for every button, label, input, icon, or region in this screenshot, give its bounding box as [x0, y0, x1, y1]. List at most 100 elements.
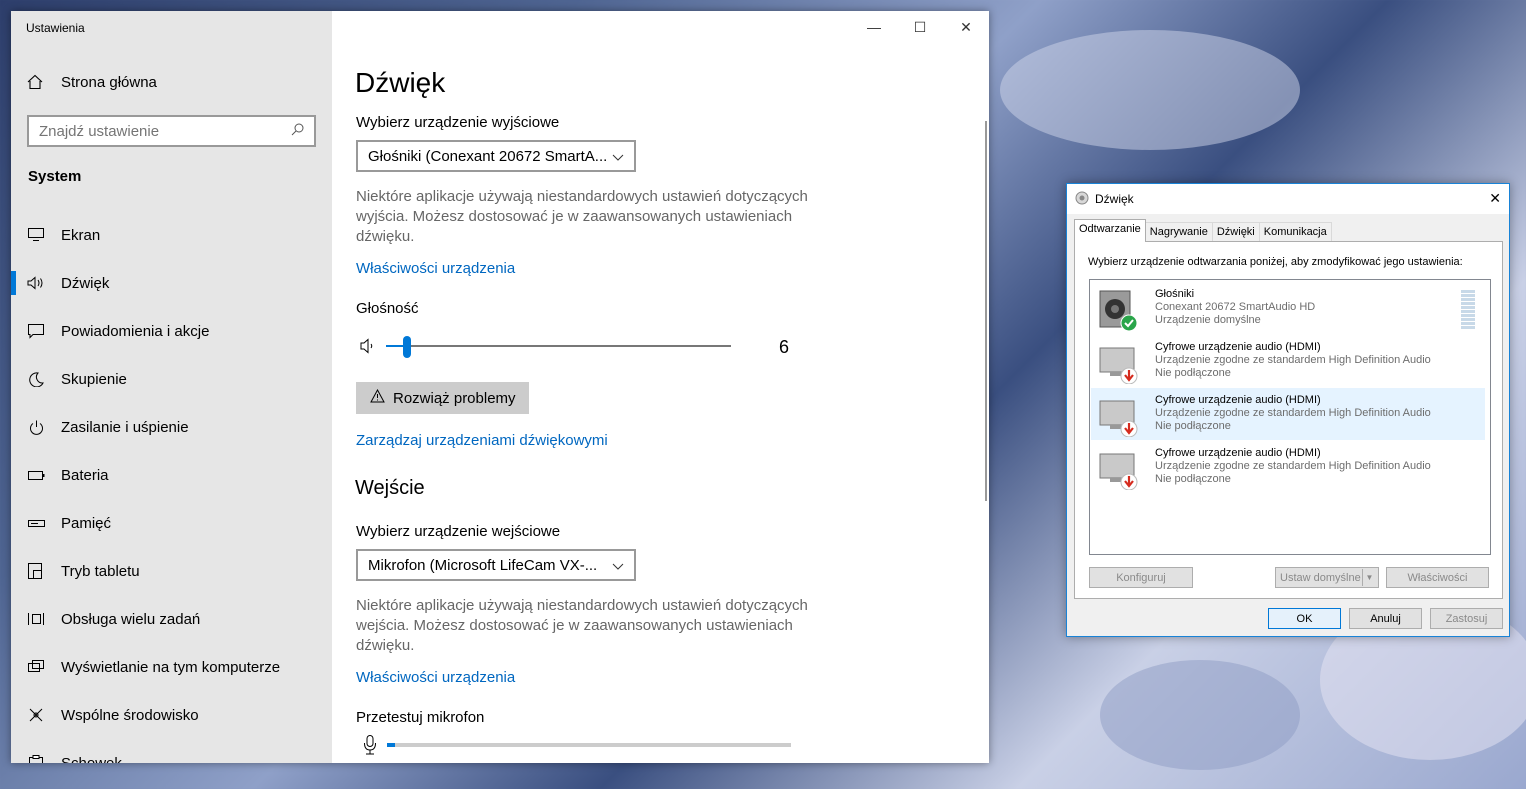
- device-name: Głośniki: [1155, 288, 1195, 300]
- close-button[interactable]: ✕: [943, 11, 989, 43]
- sidebar-item-label: Zasilanie i uśpienie: [61, 418, 189, 436]
- main-content: — ☐ ✕ Dźwięk Wybierz urządzenie wyjściow…: [332, 11, 989, 763]
- sidebar-item-label: Obsługa wielu zadań: [61, 610, 201, 628]
- input-device-dropdown[interactable]: Mikrofon (Microsoft LifeCam VX-...: [356, 549, 636, 581]
- sidebar-item-bateria[interactable]: Bateria: [11, 451, 332, 499]
- troubleshoot-button[interactable]: Rozwiąż problemy: [356, 382, 529, 414]
- dialog-title: Dźwięk: [1095, 192, 1134, 206]
- volume-slider[interactable]: [356, 336, 796, 359]
- sidebar-item-dzwiek[interactable]: Dźwięk: [11, 259, 332, 307]
- volume-speaker-icon: [360, 338, 376, 359]
- device-text: Cyfrowe urządzenie audio (HDMI) Urządzen…: [1155, 394, 1431, 433]
- monitor-device-icon: [1098, 393, 1138, 438]
- sidebar-item-label: Pamięć: [61, 514, 112, 532]
- device-name: Cyfrowe urządzenie audio (HDMI): [1155, 447, 1321, 459]
- sidebar-item-label: Schowek: [61, 754, 122, 764]
- chevron-down-icon: [612, 557, 624, 574]
- home-icon: [26, 73, 44, 91]
- microphone-icon: [363, 735, 377, 760]
- tab-komunikacja[interactable]: Komunikacja: [1258, 222, 1332, 242]
- device-item[interactable]: Cyfrowe urządzenie audio (HDMI) Urządzen…: [1091, 441, 1485, 493]
- output-device-label: Wybierz urządzenie wyjściowe: [356, 114, 560, 131]
- cancel-button[interactable]: Anuluj: [1349, 608, 1422, 629]
- scrollbar[interactable]: [985, 121, 987, 501]
- close-icon: ✕: [960, 18, 972, 35]
- tablet-icon: [27, 562, 45, 580]
- window-controls: — ☐ ✕: [851, 11, 989, 43]
- output-device-value: Głośniki (Conexant 20672 SmartA...: [368, 147, 608, 165]
- home-link[interactable]: Strona główna: [26, 73, 157, 91]
- minimize-button[interactable]: —: [851, 11, 897, 43]
- search-input[interactable]: [39, 122, 279, 140]
- sidebar-item-zasilanie[interactable]: Zasilanie i uśpienie: [11, 403, 332, 451]
- tab-odtwarzanie[interactable]: Odtwarzanie: [1074, 219, 1146, 242]
- sidebar-item-schowek[interactable]: Schowek: [11, 739, 332, 763]
- sidebar-item-wyswietlanie[interactable]: Wyświetlanie na tym komputerze: [11, 643, 332, 691]
- device-description: Conexant 20672 SmartAudio HD: [1155, 301, 1316, 313]
- device-level-meter: [1461, 290, 1475, 330]
- tab-dzwieki[interactable]: Dźwięki: [1211, 222, 1260, 242]
- sidebar-item-ekran[interactable]: Ekran: [11, 211, 332, 259]
- device-text: Głośniki Conexant 20672 SmartAudio HD Ur…: [1155, 288, 1315, 327]
- device-list[interactable]: Głośniki Conexant 20672 SmartAudio HD Ur…: [1089, 279, 1491, 555]
- sidebar-item-skupienie[interactable]: Skupienie: [11, 355, 332, 403]
- notification-icon: [27, 322, 45, 340]
- mic-level-fill: [387, 743, 396, 747]
- device-status: Urządzenie domyślne: [1155, 314, 1261, 326]
- apply-button[interactable]: Zastosuj: [1430, 608, 1503, 629]
- sidebar-item-label: Wspólne środowisko: [61, 706, 199, 724]
- device-item[interactable]: Cyfrowe urządzenie audio (HDMI) Urządzen…: [1091, 388, 1485, 440]
- search-icon[interactable]: [291, 123, 304, 140]
- device-text: Cyfrowe urządzenie audio (HDMI) Urządzen…: [1155, 447, 1431, 486]
- properties-button[interactable]: Właściwości: [1386, 567, 1489, 588]
- sidebar-item-tryb-tabletu[interactable]: Tryb tabletu: [11, 547, 332, 595]
- wallpaper-shape: [1000, 30, 1300, 150]
- output-device-dropdown[interactable]: Głośniki (Conexant 20672 SmartA...: [356, 140, 636, 172]
- sidebar-item-label: Powiadomienia i akcje: [61, 322, 210, 340]
- device-status: Nie podłączone: [1155, 473, 1231, 485]
- sidebar-item-wspolne[interactable]: Wspólne środowisko: [11, 691, 332, 739]
- section-label: System: [28, 168, 82, 185]
- sidebar-item-label: Dźwięk: [61, 274, 110, 292]
- sidebar-item-label: Ekran: [61, 226, 101, 244]
- warning-icon: [370, 388, 385, 407]
- set-default-button[interactable]: Ustaw domyślne ▼: [1275, 567, 1379, 588]
- sidebar-item-label: Bateria: [61, 466, 109, 484]
- manage-devices-link[interactable]: Zarządzaj urządzeniami dźwiękowymi: [356, 432, 608, 449]
- close-icon[interactable]: ✕: [1489, 190, 1501, 207]
- device-status: Nie podłączone: [1155, 420, 1231, 432]
- input-device-value: Mikrofon (Microsoft LifeCam VX-...: [368, 556, 598, 574]
- device-description: Urządzenie zgodne ze standardem High Def…: [1155, 460, 1431, 472]
- nav-list: Ekran Dźwięk Powiadomienia i akcje Skupi…: [11, 211, 332, 763]
- configure-button[interactable]: Konfiguruj: [1089, 567, 1193, 588]
- device-status: Nie podłączone: [1155, 367, 1231, 379]
- output-description: Niektóre aplikacje używają niestandardow…: [356, 188, 808, 245]
- tab-nagrywanie[interactable]: Nagrywanie: [1144, 222, 1213, 242]
- monitor-device-icon: [1098, 446, 1138, 491]
- speaker-icon: [27, 274, 45, 292]
- panel-instruction: Wybierz urządzenie odtwarzania poniżej, …: [1088, 256, 1463, 268]
- sidebar-item-label: Skupienie: [61, 370, 127, 388]
- maximize-icon: ☐: [913, 18, 927, 35]
- device-name: Cyfrowe urządzenie audio (HDMI): [1155, 394, 1321, 406]
- ok-button[interactable]: OK: [1268, 608, 1341, 629]
- minimize-icon: —: [867, 19, 881, 35]
- sidebar-item-powiadomienia[interactable]: Powiadomienia i akcje: [11, 307, 332, 355]
- output-properties-link[interactable]: Właściwości urządzenia: [356, 260, 515, 277]
- device-item[interactable]: Cyfrowe urządzenie audio (HDMI) Urządzen…: [1091, 335, 1485, 387]
- search-box[interactable]: [27, 115, 316, 147]
- sidebar: Ustawienia Strona główna System Ekran Dź…: [11, 11, 332, 763]
- maximize-button[interactable]: ☐: [897, 11, 943, 43]
- sidebar-item-pamiec[interactable]: Pamięć: [11, 499, 332, 547]
- device-item[interactable]: Głośniki Conexant 20672 SmartAudio HD Ur…: [1091, 282, 1485, 334]
- mic-level-track: [387, 743, 791, 747]
- volume-track: [386, 345, 731, 347]
- clipboard-icon: [27, 754, 45, 763]
- speaker-device-icon: [1098, 287, 1138, 332]
- device-description: Urządzenie zgodne ze standardem High Def…: [1155, 354, 1431, 366]
- input-properties-link[interactable]: Właściwości urządzenia: [356, 669, 515, 686]
- page-title: Dźwięk: [355, 67, 446, 98]
- volume-thumb[interactable]: [402, 336, 411, 358]
- sidebar-item-wiele-zadan[interactable]: Obsługa wielu zadań: [11, 595, 332, 643]
- chevron-down-icon[interactable]: ▼: [1362, 569, 1376, 586]
